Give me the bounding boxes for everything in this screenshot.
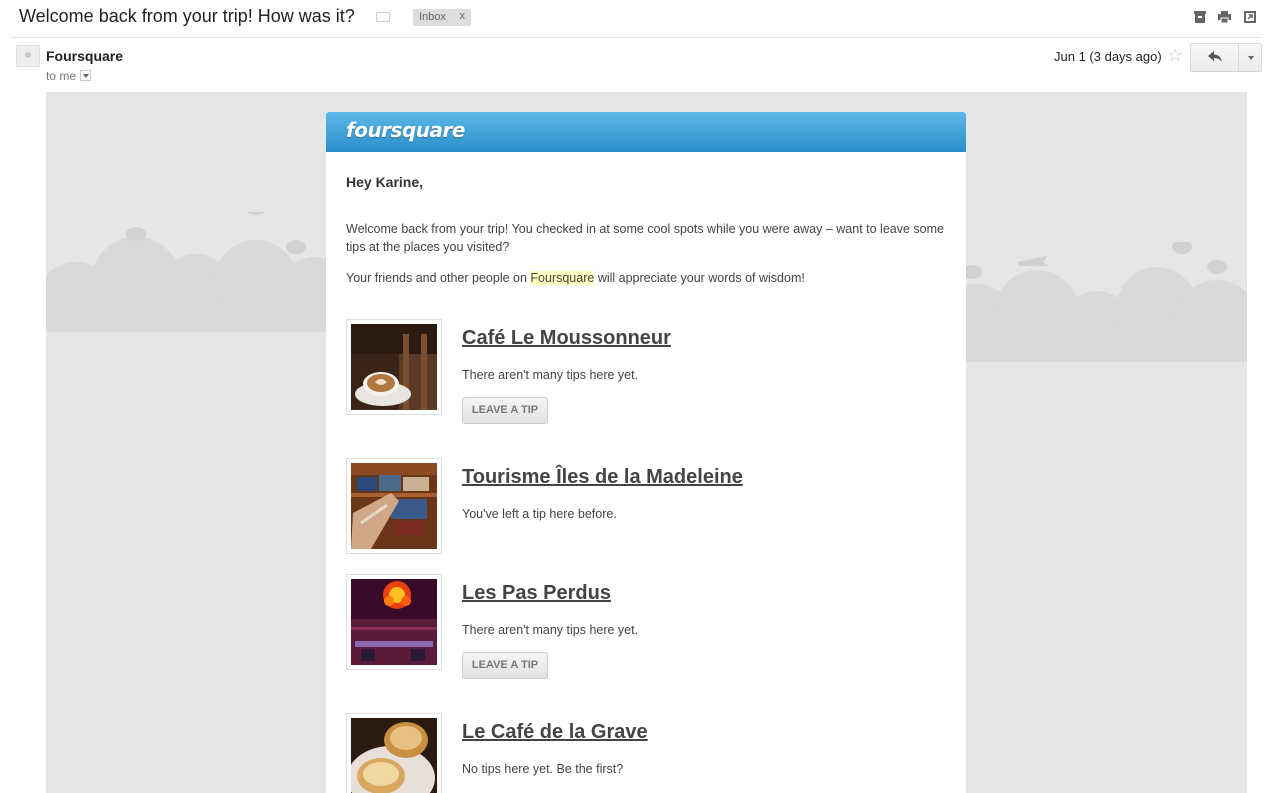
chandelier-photo <box>351 579 437 665</box>
importance-marker[interactable] <box>376 12 390 22</box>
venue-photo-frame[interactable] <box>346 713 442 793</box>
venue-name-link[interactable]: Les Pas Perdus <box>462 582 611 605</box>
venue-tip-status: No tips here yet. Be the first? <box>462 762 624 776</box>
food-photo <box>347 718 437 793</box>
recipient-line: to me <box>46 69 92 83</box>
header-divider <box>11 37 1262 38</box>
venue-tip-status: There aren't many tips here yet. <box>462 623 639 637</box>
reply-button-group <box>1190 43 1262 72</box>
venue-name-link[interactable]: Le Café de la Grave <box>462 721 648 744</box>
message-date: Jun 1 (3 days ago) <box>1054 49 1162 64</box>
venue-tip-status: There aren't many tips here yet. <box>462 368 639 382</box>
foursquare-header: foursquare <box>326 112 966 152</box>
email-body: foursquare Hey Karine, Welcome back from… <box>46 92 1247 793</box>
venue-tip-status: You've left a tip here before. <box>462 507 617 521</box>
venue-item: Le Café de la Grave No tips here yet. Be… <box>346 713 946 793</box>
wisdom-paragraph: Your friends and other people on Foursqu… <box>346 269 946 287</box>
clouds-left-decoration <box>46 212 336 332</box>
inbox-label[interactable]: Inbox x <box>413 9 471 26</box>
venue-name-link[interactable]: Tourisme Îles de la Madeleine <box>462 466 743 489</box>
more-actions-button[interactable] <box>1240 44 1262 71</box>
inbox-label-text: Inbox <box>419 11 446 23</box>
archive-icon[interactable] <box>1193 11 1206 24</box>
foursquare-logo[interactable]: foursquare <box>346 118 465 142</box>
message-actions <box>1193 11 1256 24</box>
remove-label-button[interactable]: x <box>460 10 466 22</box>
venue-item: Café Le Moussonneur There aren't many ti… <box>346 319 946 424</box>
venue-photo-frame[interactable] <box>346 458 442 554</box>
sender-avatar <box>16 45 40 67</box>
leave-tip-button[interactable]: LEAVE A TIP <box>462 397 548 424</box>
wisdom-text-start: Your friends and other people on <box>346 271 531 285</box>
greeting: Hey Karine, <box>346 174 424 190</box>
venue-item: Tourisme Îles de la Madeleine You've lef… <box>346 458 946 558</box>
sender-name[interactable]: Foursquare <box>46 48 123 64</box>
intro-paragraph: Welcome back from your trip! You checked… <box>346 222 944 254</box>
venue-name-link[interactable]: Café Le Moussonneur <box>462 327 671 350</box>
new-window-icon[interactable] <box>1243 11 1256 24</box>
venue-item: Les Pas Perdus There aren't many tips he… <box>346 574 946 679</box>
star-icon[interactable]: ☆ <box>1167 45 1183 66</box>
venue-photo-frame[interactable] <box>346 574 442 670</box>
foursquare-highlight: Foursquare <box>530 271 595 285</box>
leave-tip-button[interactable]: LEAVE A TIP <box>462 652 548 679</box>
email-card: foursquare Hey Karine, Welcome back from… <box>326 112 966 793</box>
recipient-text: to me <box>46 69 77 83</box>
reply-icon <box>1207 51 1222 62</box>
print-icon[interactable] <box>1218 11 1231 24</box>
clouds-right-decoration <box>957 242 1247 362</box>
wisdom-text-end: will appreciate your words of wisdom! <box>594 271 805 285</box>
latte-photo <box>351 324 437 410</box>
brochures-photo <box>351 463 437 549</box>
details-dropdown-icon[interactable] <box>80 70 92 81</box>
venue-photo-frame[interactable] <box>346 319 442 415</box>
reply-button[interactable] <box>1191 44 1239 71</box>
email-subject: Welcome back from your trip! How was it? <box>19 6 355 26</box>
subject-bar: Welcome back from your trip! How was it?… <box>0 0 1266 36</box>
